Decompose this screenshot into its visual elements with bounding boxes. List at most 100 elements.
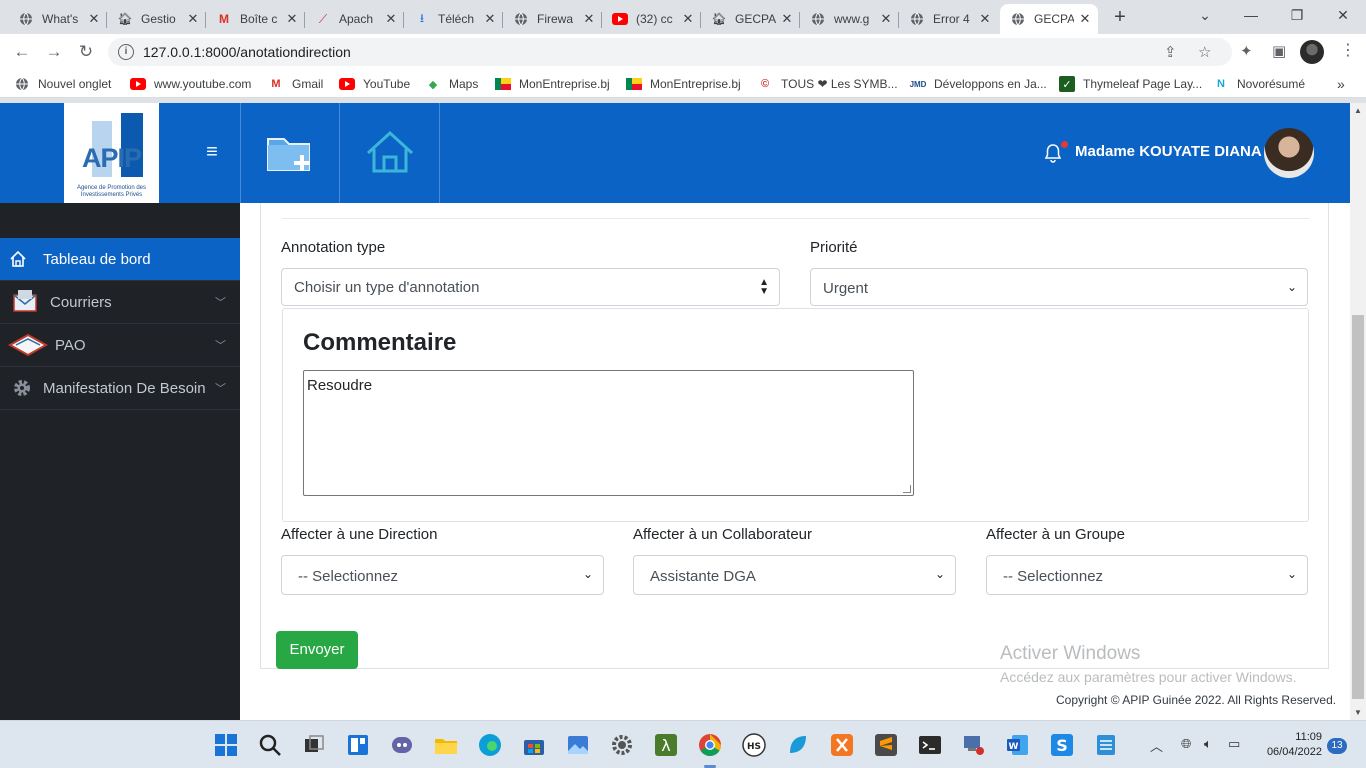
settings-icon[interactable] (610, 733, 634, 757)
close-icon[interactable]: ✕ (87, 11, 101, 27)
forward-icon[interactable]: → (42, 40, 66, 64)
page-scrollbar[interactable]: ▲ ▼ (1350, 103, 1366, 720)
terminal-icon[interactable] (918, 733, 942, 757)
browser-tab[interactable]: Error 4 ✕ (899, 4, 998, 34)
apip-logo[interactable]: APIP Agence de Promotion des Investissem… (64, 103, 159, 203)
s-app-icon[interactable]: S (1050, 733, 1074, 757)
bookmark-item[interactable]: MonEntreprise.bj (626, 75, 741, 93)
bookmark-item[interactable]: www.youtube.com (130, 75, 251, 93)
taskbar-clock[interactable]: 11:09 06/04/2022 (1252, 730, 1322, 760)
bookmark-item[interactable]: Nouvel onglet (14, 75, 111, 93)
comment-textarea[interactable]: Resoudre (303, 370, 914, 496)
browser-tab[interactable]: What's ✕ (8, 4, 107, 34)
close-icon[interactable]: ✕ (582, 11, 596, 27)
close-icon[interactable]: ✕ (285, 11, 299, 27)
collaborator-select[interactable]: Assistante DGA ⌄ (633, 555, 956, 595)
back-icon[interactable]: ← (10, 40, 34, 64)
bookmark-item[interactable]: JMD Développons en Ja... (910, 75, 1047, 93)
close-icon[interactable]: ✕ (384, 11, 398, 27)
hamburger-menu-icon[interactable]: ≡ (202, 142, 222, 163)
sublime-text-icon[interactable] (874, 733, 898, 757)
close-icon[interactable]: ✕ (978, 11, 992, 27)
tab-search-icon[interactable]: ⌄ (1182, 4, 1228, 28)
house-icon: 🏠︎ (711, 12, 727, 26)
teams-chat-icon[interactable] (390, 733, 414, 757)
user-name[interactable]: Madame KOUYATE DIANA (1075, 143, 1262, 160)
close-icon[interactable]: ✕ (483, 11, 497, 27)
scroll-up-arrow-icon[interactable]: ▲ (1354, 106, 1362, 115)
browser-tab[interactable]: ⭳ Téléch ✕ (404, 4, 503, 34)
scroll-thumb[interactable] (1352, 315, 1364, 699)
browser-tab[interactable]: www.g ✕ (800, 4, 899, 34)
scroll-down-arrow-icon[interactable]: ▼ (1354, 708, 1362, 717)
store-icon[interactable] (522, 733, 546, 757)
priority-select[interactable]: Urgent ⌄ (810, 268, 1308, 306)
side-panel-icon[interactable]: ▣ (1272, 42, 1286, 60)
close-icon[interactable]: ✕ (186, 11, 200, 27)
profile-avatar[interactable] (1300, 40, 1324, 64)
browser-tab-active[interactable]: GECPA ✕ (1000, 4, 1098, 34)
xampp-icon[interactable] (830, 733, 854, 757)
widgets-icon[interactable] (346, 733, 370, 757)
browser-tab[interactable]: (32) cc ✕ (602, 4, 701, 34)
menu-icon[interactable]: ⋮ (1340, 40, 1356, 60)
close-icon[interactable]: ✕ (1078, 11, 1092, 27)
close-icon[interactable]: ✕ (681, 11, 695, 27)
bookmark-item[interactable]: ✓ Thymeleaf Page Lay... (1059, 75, 1202, 93)
word-icon[interactable]: W (1006, 733, 1030, 757)
address-bar[interactable]: i 127.0.0.1:8000/anotationdirection ⇪ ☆ (108, 38, 1232, 66)
group-select[interactable]: -- Selectionnez ⌄ (986, 555, 1308, 595)
new-folder-icon[interactable] (262, 125, 318, 181)
photos-icon[interactable] (566, 733, 590, 757)
bookmark-star-icon[interactable]: ☆ (1198, 43, 1211, 61)
bookmark-item[interactable]: ◆ Maps (425, 75, 479, 93)
notepad-icon[interactable] (1094, 733, 1118, 757)
task-view-icon[interactable] (302, 733, 326, 757)
close-icon[interactable]: ✕ (780, 11, 794, 27)
direction-select[interactable]: -- Selectionnez ⌄ (281, 555, 604, 595)
windows-start-icon[interactable] (214, 733, 238, 757)
minimize-icon[interactable]: — (1228, 4, 1274, 28)
chrome-icon[interactable] (698, 733, 722, 757)
browser-tab[interactable]: Firewa ✕ (503, 4, 602, 34)
lambda-app-icon[interactable]: λ (654, 733, 678, 757)
share-icon[interactable]: ⇪ (1164, 43, 1177, 61)
bookmark-item[interactable]: MonEntreprise.bj (495, 75, 610, 93)
new-tab-button[interactable]: + (1108, 6, 1132, 30)
browser-tab[interactable]: ⟋ Apach ✕ (305, 4, 404, 34)
sidebar-item-pao[interactable]: PAO ﹀ (0, 324, 240, 367)
mysql-workbench-icon[interactable] (786, 733, 810, 757)
tray-overflow-icon[interactable]: ︿ (1150, 736, 1163, 755)
notification-count-badge[interactable]: 13 (1327, 738, 1347, 754)
language-globe-icon[interactable]: 🌐︎ (1181, 736, 1191, 752)
bookmark-item[interactable]: © TOUS ❤ Les SYMB... (757, 75, 898, 93)
edge-icon[interactable] (478, 733, 502, 757)
site-info-icon[interactable]: i (118, 44, 134, 60)
sidebar-item-manifestation-de-besoin[interactable]: Manifestation De Besoin ﹀ (0, 367, 240, 410)
battery-icon[interactable]: ▭ (1228, 736, 1240, 752)
window-close-icon[interactable]: ✕ (1320, 4, 1366, 28)
bookmark-item[interactable]: M Gmail (268, 75, 323, 93)
network-admin-icon[interactable] (962, 733, 986, 757)
browser-tab[interactable]: 🏠︎ Gestio ✕ (107, 4, 206, 34)
hs-app-icon[interactable]: HS (742, 733, 766, 757)
user-avatar[interactable] (1264, 128, 1314, 178)
bookmark-item[interactable]: N Novorésumé (1213, 75, 1305, 93)
home-icon[interactable] (362, 125, 418, 181)
send-button[interactable]: Envoyer (276, 631, 358, 669)
browser-tab[interactable]: M Boîte c ✕ (206, 4, 305, 34)
bookmark-item[interactable]: YouTube (339, 75, 410, 93)
resize-handle-icon[interactable] (903, 485, 911, 493)
search-icon[interactable] (258, 733, 282, 757)
extensions-icon[interactable]: ✦ (1240, 42, 1253, 60)
sidebar-item-courriers[interactable]: Courriers ﹀ (0, 281, 240, 324)
maximize-icon[interactable]: ❐ (1274, 4, 1320, 28)
more-bookmarks-icon[interactable]: » (1337, 75, 1345, 93)
annotation-type-select[interactable]: Choisir un type d'annotation ▲ ▼ (281, 268, 780, 306)
file-explorer-icon[interactable] (434, 733, 458, 757)
reload-icon[interactable]: ↻ (74, 40, 98, 64)
sidebar-item-tableau-de-bord[interactable]: Tableau de bord (0, 238, 240, 281)
close-icon[interactable]: ✕ (879, 11, 893, 27)
speaker-icon[interactable]: 🔈︎ (1204, 736, 1212, 752)
browser-tab[interactable]: 🏠︎ GECPA ✕ (701, 4, 800, 34)
